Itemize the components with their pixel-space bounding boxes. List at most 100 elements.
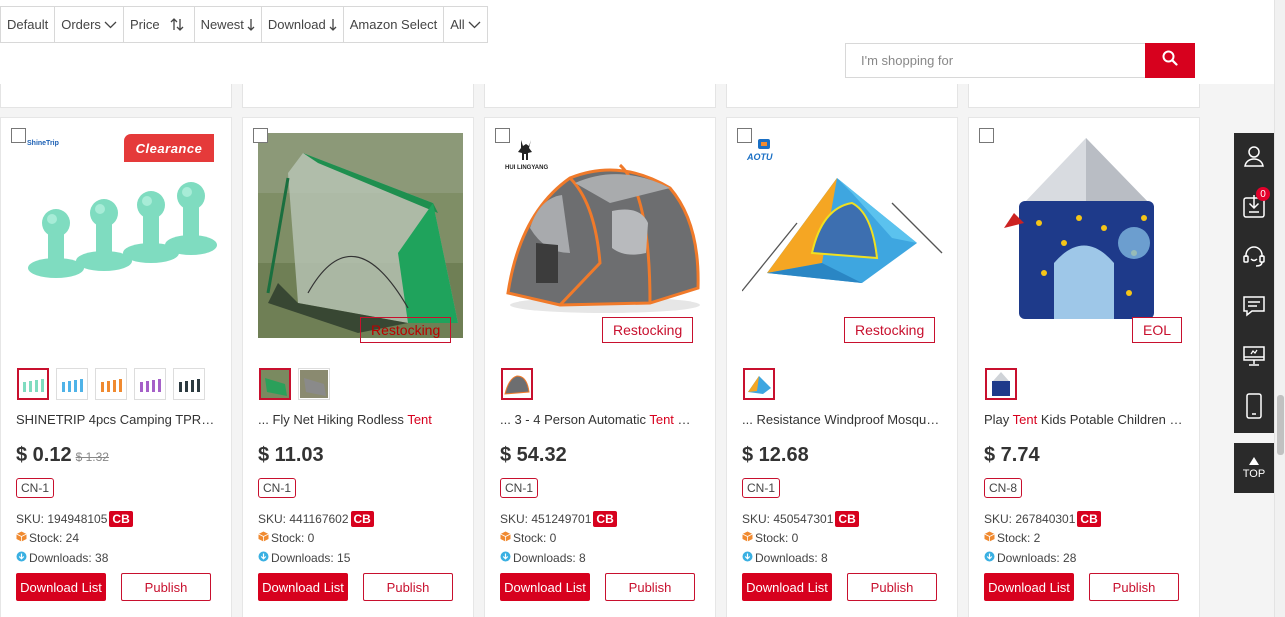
variant-thumb[interactable] [298,368,330,400]
variant-thumb[interactable] [17,368,49,400]
brand-logo: AOTU [747,152,773,162]
product-select-checkbox[interactable] [253,128,268,143]
publish-button[interactable]: Publish [121,573,211,601]
stock-count: Stock: 0 [513,531,557,545]
product-card: EOL Play Tent Kids Potable Children Bo..… [968,117,1200,617]
sort-price[interactable]: Price [124,7,195,42]
stock-count: Stock: 0 [755,531,799,545]
warehouse-tag: CN-1 [742,478,781,498]
warehouse-tag: CN-1 [16,478,55,498]
price-row: $ 11.03 [258,444,324,467]
sku-number: SKU: 441167602 [258,512,349,526]
sku-line: SKU: 441167602 CB [258,511,374,527]
sort-default[interactable]: Default [1,7,56,42]
search-button[interactable] [1145,43,1195,78]
download-list-shortcut[interactable]: 0 [1234,183,1274,233]
publish-button[interactable]: Publish [1089,573,1179,601]
product-image[interactable] [984,133,1189,338]
downloads-line: Downloads: 8 [742,551,828,565]
variant-thumb[interactable] [501,368,533,400]
search-input[interactable] [845,43,1145,78]
product-select-checkbox[interactable] [495,128,510,143]
brand-logo-mark [513,138,539,167]
desktop-icon [1242,345,1266,372]
scrollbar-thumb[interactable] [1277,395,1284,455]
download-list-button[interactable]: Download List [500,573,590,601]
sku-line: SKU: 194948105 CB [16,511,133,527]
product-title[interactable]: Play Tent Kids Potable Children Bo... [984,412,1184,427]
variant-thumb[interactable] [56,368,88,400]
eol-tag: EOL [1132,317,1183,343]
sort-newest-label: Newest [200,17,244,32]
product-select-checkbox[interactable] [11,128,26,143]
product-title-text-end: Wi... [677,412,700,427]
sort-download[interactable]: Download [262,7,344,42]
sort-download-label: Download [267,17,326,32]
product-image[interactable] [258,133,463,338]
product-image[interactable] [16,133,221,338]
product-price: $ 11.03 [258,444,324,466]
publish-button[interactable]: Publish [605,573,695,601]
triangle-up-icon [1249,456,1259,468]
download-list-button[interactable]: Download List [258,573,348,601]
sort-price-label: Price [129,17,160,32]
download-list-button[interactable]: Download List [742,573,832,601]
download-count-badge: 0 [1256,187,1270,201]
download-list-button[interactable]: Download List [16,573,106,601]
sort-up-down-icon [170,18,184,31]
product-title[interactable]: ... Fly Net Hiking Rodless Tent [258,412,458,427]
download-circle-icon [500,551,511,565]
sort-orders[interactable]: Orders [55,7,124,42]
product-title[interactable]: ... 3 - 4 Person Automatic Tent Wi... [500,412,700,427]
downloads-line: Downloads: 15 [258,551,350,565]
product-title[interactable]: ... Resistance Windproof Mosquit... [742,412,942,427]
page-scrollbar[interactable] [1274,0,1285,617]
sku-line: SKU: 451249701 CB [500,511,617,527]
product-title[interactable]: SHINETRIP 4pcs Camping TPR Gu... [16,412,216,427]
stock-line: Stock: 0 [258,531,314,545]
variant-thumb[interactable] [134,368,166,400]
downloads-count: Downloads: 8 [513,551,586,565]
box-icon [500,531,511,545]
sort-newest[interactable]: Newest [195,7,262,42]
previous-row-card [0,84,232,108]
box-icon [742,531,753,545]
sku-number: SKU: 451249701 [500,512,592,526]
product-card: ShineTrip Clearance SHINETRIP 4pcs Campi… [0,117,232,617]
variant-thumbnails [743,368,775,400]
product-price: $ 7.74 [984,444,1040,466]
filter-all-dropdown[interactable]: All [444,7,486,42]
warehouse-tag: CN-1 [258,478,297,498]
product-image[interactable] [742,133,947,338]
variant-thumb[interactable] [985,368,1017,400]
back-to-top-button[interactable]: TOP [1234,443,1274,493]
customer-service-button[interactable] [1234,233,1274,283]
account-button[interactable] [1234,133,1274,183]
product-title-text: Play [984,412,1013,427]
sort-default-label: Default [7,17,49,32]
cb-badge: CB [835,511,859,527]
mobile-app-button[interactable] [1234,383,1274,433]
downloads-count: Downloads: 38 [29,551,109,565]
product-title-text: ... 3 - 4 Person Automatic [500,412,650,427]
product-title-text: ... Fly Net Hiking Rodless [258,412,408,427]
variant-thumb[interactable] [743,368,775,400]
product-select-checkbox[interactable] [979,128,994,143]
chat-icon [1242,295,1266,322]
chat-button[interactable] [1234,283,1274,333]
product-select-checkbox[interactable] [737,128,752,143]
sku-number: SKU: 267840301 [984,512,1076,526]
variant-thumb[interactable] [95,368,127,400]
filter-amazon-select[interactable]: Amazon Select [344,7,445,42]
brand-logo: ShineTrip [27,140,59,147]
cb-badge: CB [109,511,133,527]
desktop-app-button[interactable] [1234,333,1274,383]
download-list-button[interactable]: Download List [984,573,1074,601]
variant-thumb[interactable] [173,368,205,400]
product-title-highlight: Tent [1012,412,1038,427]
chevron-down-icon [468,21,481,29]
variant-thumb[interactable] [259,368,291,400]
publish-button[interactable]: Publish [847,573,937,601]
mobile-icon [1245,392,1263,424]
publish-button[interactable]: Publish [363,573,453,601]
